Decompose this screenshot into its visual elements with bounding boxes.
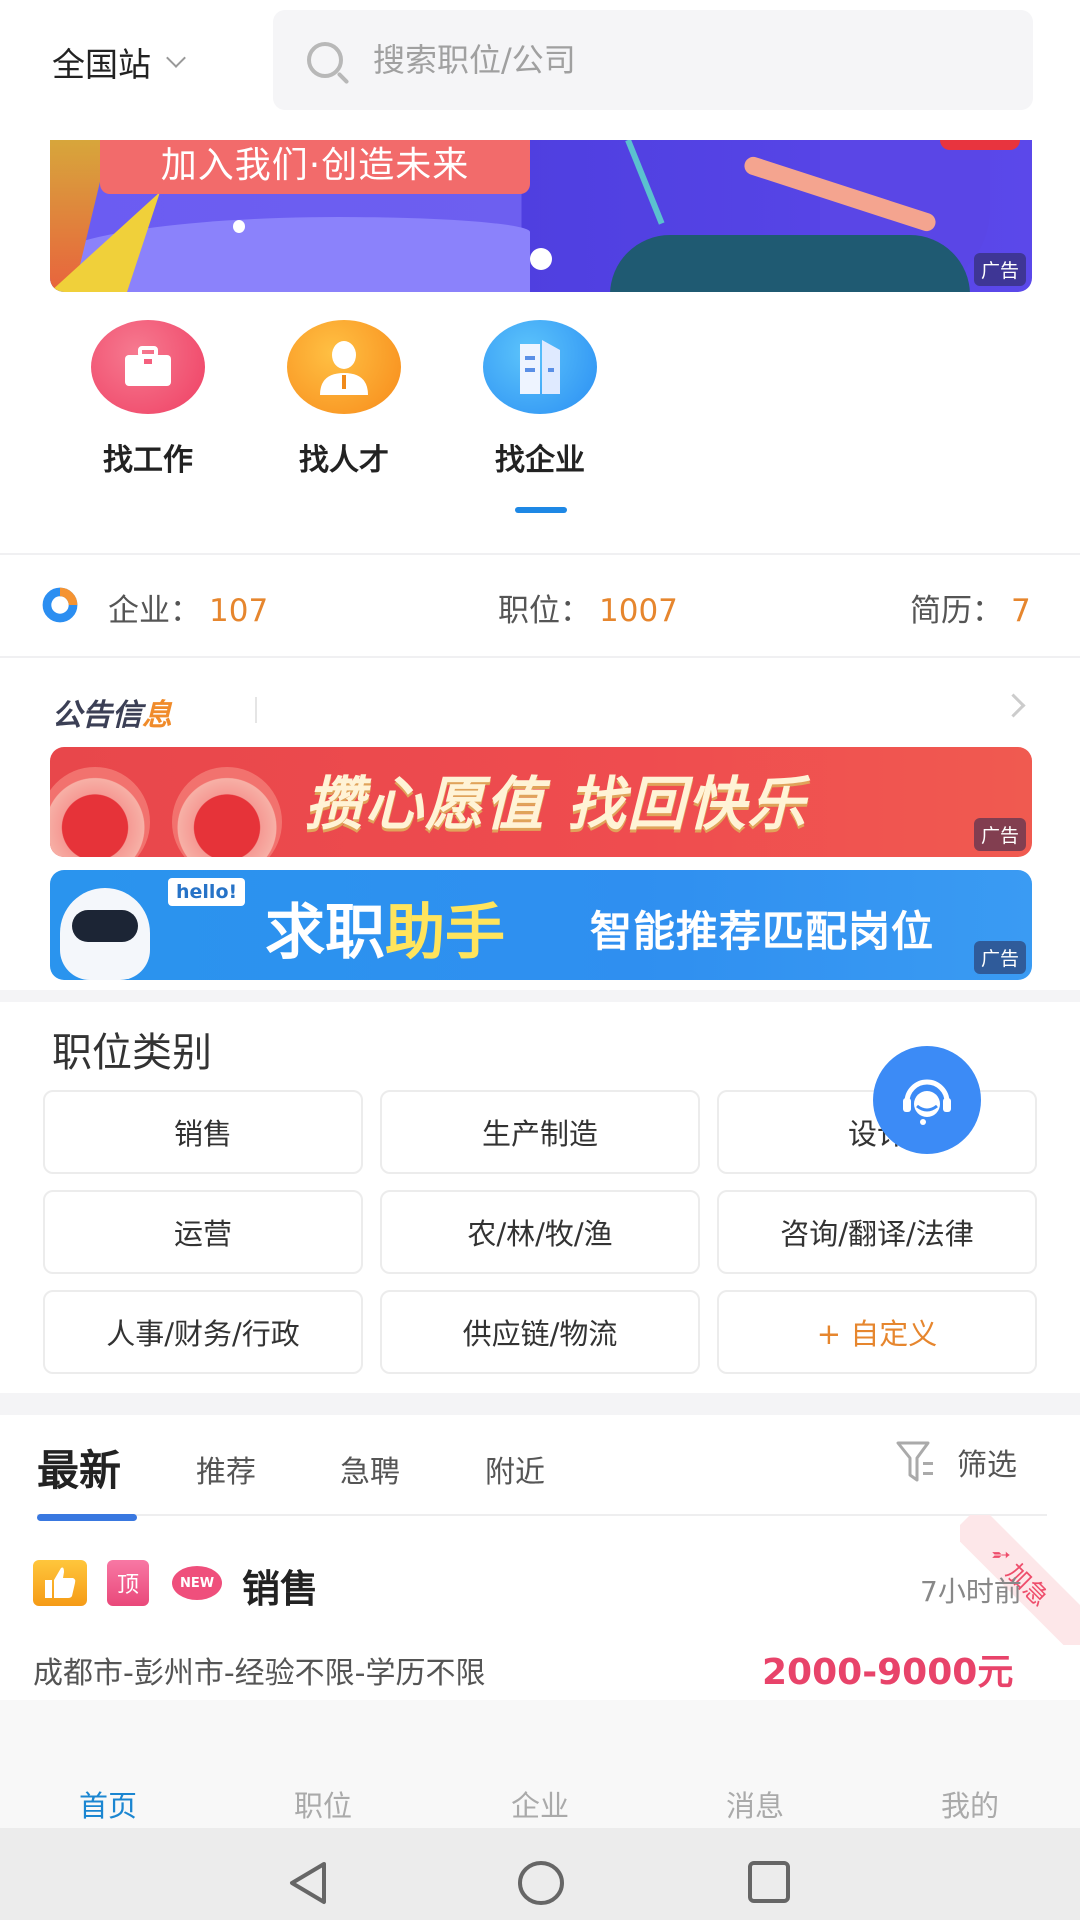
stat-resumes-label: 简历： — [910, 593, 1003, 629]
new-badge: NEW — [172, 1566, 222, 1600]
stat-positions-label: 职位： — [498, 593, 591, 629]
bottom-tab-positions[interactable]: 职位 — [253, 1783, 393, 1825]
person-icon — [287, 320, 401, 414]
thumbs-up-icon — [33, 1560, 87, 1606]
category-item[interactable]: 供应链/物流 — [380, 1290, 700, 1374]
city-label: 全国站 — [52, 45, 151, 84]
category-item[interactable]: 销售 — [43, 1090, 363, 1174]
ad-tag: 广告 — [973, 941, 1026, 974]
search-bar[interactable] — [273, 10, 1033, 110]
bottom-tab-companies[interactable]: 企业 — [470, 1783, 610, 1825]
divider — [0, 656, 1080, 658]
hello-bubble: hello! — [168, 878, 246, 906]
job-salary: 2000-9000元 — [762, 1652, 1014, 1693]
nav-page-indicator — [515, 507, 567, 513]
laptop-illustration — [625, 140, 665, 225]
back-icon[interactable] — [286, 1860, 330, 1906]
banner-slogan: 加入我们·创造未来 — [100, 140, 530, 194]
job-posted-time: 7小时前 — [920, 1575, 1022, 1608]
heart-mascot-illustration — [172, 767, 282, 857]
job-requirements: 成都市-彭州市-经验不限-学历不限 — [33, 1656, 486, 1691]
ad-assistant-title-yellow: 助手 — [385, 898, 505, 968]
notice-title: 公告信息 — [52, 690, 172, 734]
divider — [0, 553, 1080, 555]
recents-icon[interactable] — [747, 1860, 791, 1906]
customer-service-button[interactable] — [873, 1046, 981, 1154]
ad-banner-job-assistant[interactable]: hello! 求职助手 智能推荐匹配岗位 广告 — [50, 870, 1032, 980]
notice-separator — [255, 697, 257, 723]
headset-icon — [903, 1079, 951, 1125]
bottom-tab-messages[interactable]: 消息 — [685, 1783, 825, 1825]
ad-tag: 广告 — [973, 253, 1026, 286]
carousel-dot-active[interactable] — [530, 248, 552, 270]
carousel-dot[interactable] — [233, 220, 245, 233]
category-item[interactable]: 运营 — [43, 1190, 363, 1274]
notice-title-main: 公告信 — [52, 698, 142, 733]
tab-latest[interactable]: 最新 — [37, 1437, 121, 1498]
section-separator — [0, 990, 1080, 1002]
chevron-right-icon[interactable] — [1001, 693, 1026, 718]
bottom-tab-profile[interactable]: 我的 — [900, 1783, 1040, 1825]
city-selector[interactable]: 全国站 — [52, 38, 186, 86]
banner-illustration-legs — [610, 235, 970, 292]
banner-illustration-hair — [940, 140, 1020, 150]
category-section-title: 职位类别 — [52, 1030, 212, 1076]
stat-positions-value: 1007 — [599, 593, 678, 629]
nav-find-company-label: 找企业 — [495, 443, 585, 478]
robot-mascot-icon — [60, 888, 150, 980]
nav-find-talent-label: 找人才 — [299, 443, 389, 478]
job-title[interactable]: 销售 — [242, 1558, 318, 1613]
nav-find-talent[interactable] — [287, 320, 401, 414]
briefcase-icon — [91, 320, 205, 414]
category-item[interactable]: 生产制造 — [380, 1090, 700, 1174]
category-item[interactable]: 人事/财务/行政 — [43, 1290, 363, 1374]
ad-assistant-title-white: 求职 — [265, 898, 385, 968]
stat-companies-value: 107 — [209, 593, 269, 629]
search-input[interactable] — [371, 40, 975, 80]
stat-companies-label: 企业： — [108, 593, 201, 629]
nav-find-job-label: 找工作 — [103, 443, 193, 478]
pie-chart-icon — [42, 587, 78, 623]
ad-assistant-title: 求职助手 — [265, 884, 505, 971]
filter-icon — [896, 1441, 933, 1482]
top-badge: 顶 — [107, 1560, 149, 1606]
building-icon — [483, 320, 597, 414]
nav-find-job[interactable] — [91, 320, 205, 414]
ad-banner-wish[interactable]: 攒心愿值 找回快乐 广告 — [50, 747, 1032, 857]
ad-tag: 广告 — [973, 818, 1026, 851]
tab-urgent[interactable]: 急聘 — [340, 1447, 400, 1491]
bottom-tab-home[interactable]: 首页 — [38, 1783, 178, 1825]
promo-banner[interactable]: 加入我们·创造未来 广告 — [50, 140, 1032, 292]
tab-recommended[interactable]: 推荐 — [196, 1447, 256, 1491]
filter-button[interactable]: 筛选 — [895, 1440, 1017, 1484]
notice-title-accent: 息 — [142, 698, 172, 733]
tab-nearby[interactable]: 附近 — [485, 1447, 545, 1491]
ad-wish-text: 攒心愿值 找回快乐 — [305, 770, 808, 838]
ad-assistant-subtitle: 智能推荐匹配岗位 — [590, 907, 935, 956]
stat-resumes-value: 7 — [1011, 593, 1031, 629]
stat-resumes: 简历： 7 — [910, 585, 1031, 630]
section-separator — [0, 1393, 1080, 1415]
search-icon — [307, 42, 343, 78]
heart-mascot-illustration — [50, 767, 150, 857]
stat-companies: 企业： 107 — [108, 585, 268, 630]
filter-label: 筛选 — [957, 1448, 1017, 1483]
home-icon[interactable] — [516, 1860, 566, 1906]
category-item[interactable]: 咨询/翻译/法律 — [717, 1190, 1037, 1274]
tab-baseline — [37, 1514, 1047, 1516]
category-item[interactable]: 农/林/牧/渔 — [380, 1190, 700, 1274]
stat-positions: 职位： 1007 — [498, 585, 678, 630]
active-tab-indicator — [37, 1514, 137, 1521]
chevron-down-icon — [166, 48, 186, 68]
nav-find-company[interactable] — [483, 320, 597, 414]
category-custom-button[interactable]: + 自定义 — [717, 1290, 1037, 1374]
